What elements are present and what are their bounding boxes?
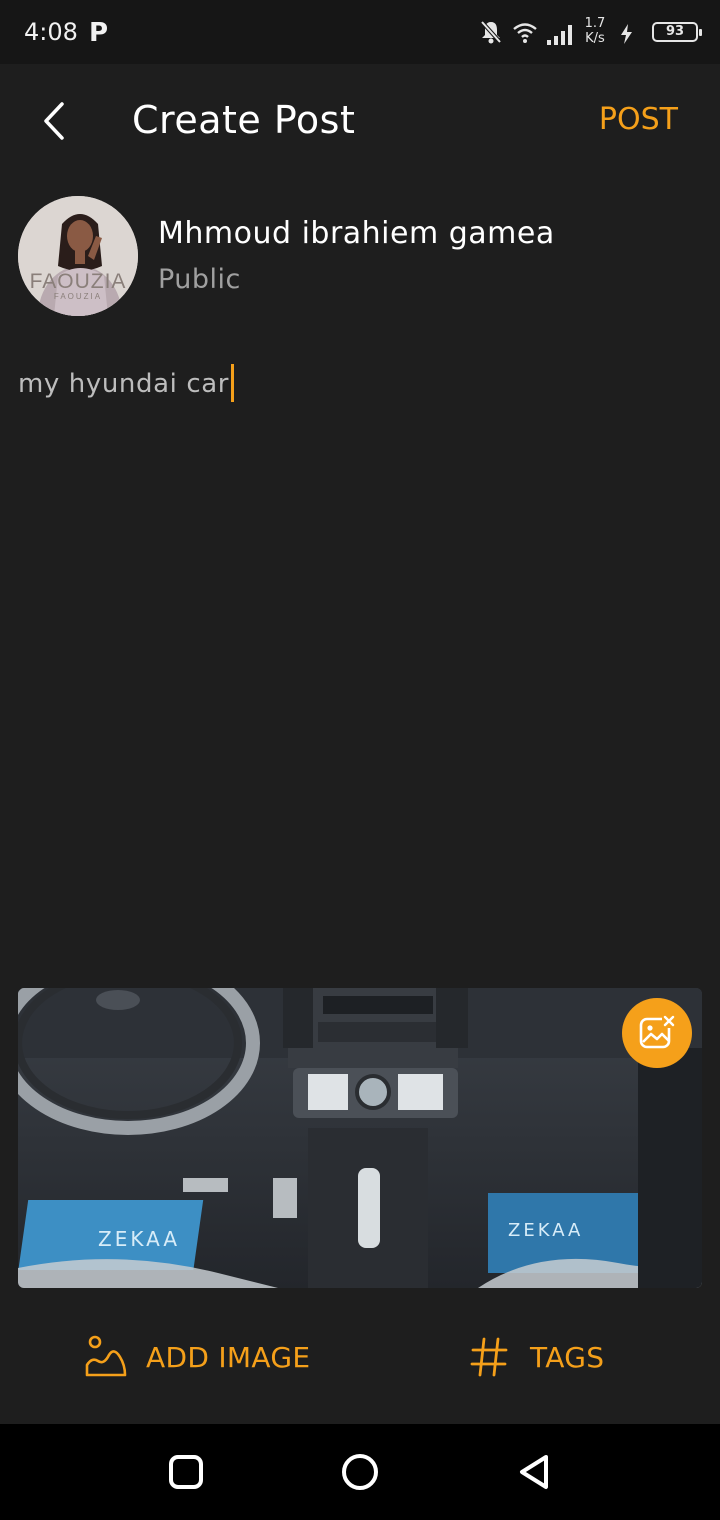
privacy-selector[interactable]: Public [158, 264, 241, 295]
page-title: Create Post [132, 98, 356, 142]
chevron-left-icon [44, 102, 64, 140]
battery-indicator: 93 [652, 22, 702, 42]
nav-back-button[interactable] [514, 1452, 554, 1492]
add-image-button[interactable]: ADD IMAGE [84, 1330, 310, 1384]
charging-icon [621, 24, 632, 44]
network-speed: 1.7 K/s [580, 16, 610, 46]
triangle-back-icon [520, 1455, 548, 1489]
user-name: Mhmoud ibrahiem gamea [158, 216, 555, 251]
image-preview: ZEKAA ZEKAA [18, 988, 702, 1288]
avatar[interactable]: FAOUZIA FAOUZIA [18, 196, 138, 316]
square-icon [169, 1455, 203, 1489]
text-cursor [231, 364, 235, 402]
landscape-image-icon [85, 1335, 127, 1377]
tags-label: TAGS [530, 1340, 605, 1374]
mat-text-left: ZEKAA [98, 1227, 180, 1251]
nav-recents-button[interactable] [166, 1452, 206, 1492]
image-remove-icon [639, 1014, 676, 1049]
tags-button[interactable]: TAGS [470, 1330, 604, 1384]
wifi-icon [513, 23, 537, 43]
mute-bell-icon [480, 20, 502, 44]
status-bar: 4:08 P 1.7 K/s 93 [0, 0, 720, 64]
hashtag-icon [470, 1337, 508, 1377]
mat-text-right: ZEKAA [508, 1220, 583, 1241]
add-image-label: ADD IMAGE [146, 1340, 311, 1374]
avatar-logo-subtext: FAOUZIA [53, 292, 103, 301]
post-text-input[interactable]: my hyundai car [18, 364, 702, 404]
avatar-logo-text: FAOUZIA [29, 270, 127, 293]
app-header: Create Post POST [0, 64, 720, 176]
system-nav-bar [0, 1424, 720, 1520]
net-speed-value: 1.7 [584, 16, 606, 31]
status-icons: 1.7 K/s 93 [480, 14, 702, 50]
nav-home-button[interactable] [340, 1452, 380, 1492]
car-interior-photo: ZEKAA ZEKAA [18, 988, 702, 1288]
circle-icon [342, 1454, 378, 1490]
net-speed-unit: K/s [585, 31, 605, 46]
status-time: 4:08 [24, 18, 78, 46]
post-button[interactable]: POST [599, 102, 678, 137]
post-text: my hyundai car [18, 369, 230, 399]
app-notification-icon: P [89, 18, 109, 48]
signal-icon [547, 25, 572, 45]
back-button[interactable] [34, 94, 78, 148]
remove-image-button[interactable] [622, 998, 692, 1068]
